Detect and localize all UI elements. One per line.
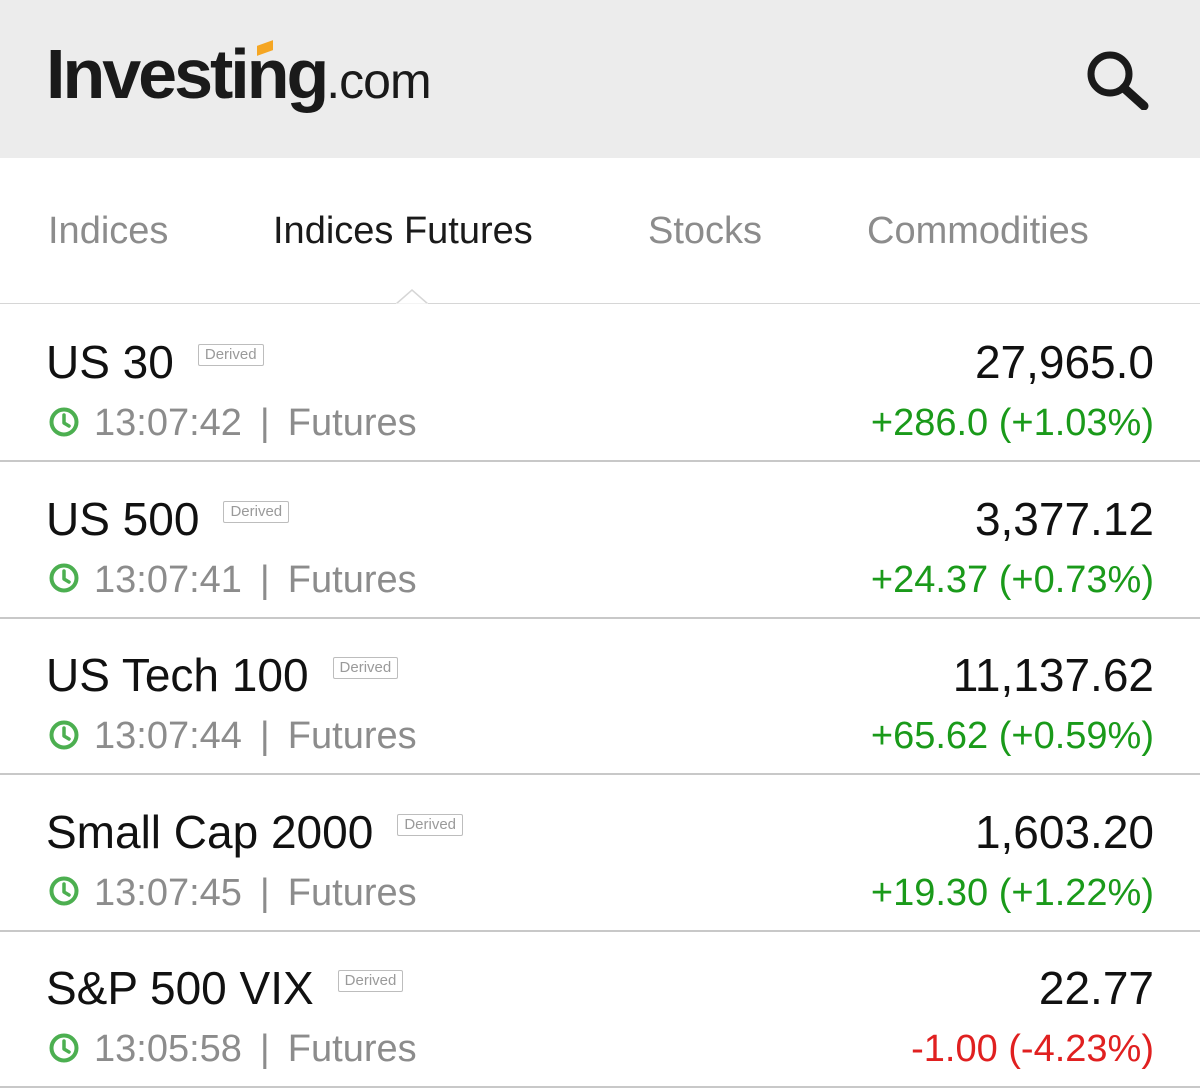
quote-row[interactable]: US Tech 100 Derived 13:07:44 | Futures 11,1… (0, 619, 1200, 775)
instrument-name-text: US 500 (46, 492, 200, 545)
instrument-name: US 30 Derived (46, 334, 264, 390)
derived-badge: Derived (197, 344, 264, 366)
instrument-name-text: US Tech 100 (46, 649, 309, 701)
row-divider (0, 1086, 1200, 1088)
instrument-type: Futures (287, 402, 417, 444)
tab-stocks[interactable]: Stocks (648, 210, 762, 253)
quote-time: 13:07:42 (94, 402, 242, 444)
app-header: Investing.com (0, 0, 1200, 158)
meta-separator: | (259, 558, 270, 601)
quote-time: 13:05:58 (94, 1028, 242, 1070)
tab-commodities[interactable]: Commodities (867, 210, 1089, 253)
instrument-type: Futures (287, 558, 417, 601)
instrument-name-text: US 30 (46, 336, 174, 388)
clock-icon (49, 1033, 79, 1063)
investing-logo[interactable]: Investing.com (46, 34, 432, 114)
meta-separator: | (259, 1028, 270, 1070)
instrument-name: US Tech 100 Derived (46, 647, 399, 703)
quote-time: 13:07:45 (94, 871, 242, 914)
derived-badge: Derived (337, 970, 404, 992)
search-button[interactable] (1082, 48, 1152, 111)
instrument-name: US 500 Derived (46, 491, 290, 547)
tab-underline (0, 303, 1200, 304)
tab-bar: Indices Indices Futures Stocks Commoditi… (0, 158, 1200, 305)
clock-icon (49, 563, 79, 593)
meta-separator: | (259, 715, 270, 757)
clock-icon (49, 720, 79, 750)
last-price: 22.77 (1038, 962, 1154, 1014)
last-price: 11,137.62 (952, 649, 1154, 701)
price-change: -1.00 (-4.23%) (911, 1028, 1154, 1070)
quote-row[interactable]: Small Cap 2000 Derived 13:07:45 | Futures 1… (0, 775, 1200, 932)
last-price: 27,965.0 (974, 336, 1154, 388)
tab-indices-futures[interactable]: Indices Futures (273, 210, 533, 253)
instrument-meta: 13:07:41 | Futures (48, 555, 417, 605)
active-tab-pointer-icon (396, 289, 428, 305)
instrument-meta: 13:07:45 | Futures (48, 868, 417, 918)
instrument-type: Futures (287, 1028, 417, 1070)
quote-row[interactable]: US 30 Derived 13:07:42 | Futures 27,965.0 +… (0, 306, 1200, 462)
instrument-type: Futures (287, 871, 417, 914)
derived-badge: Derived (223, 500, 290, 523)
instrument-name-text: S&P 500 VIX (46, 962, 314, 1014)
price-change: +286.0 (+1.03%) (870, 402, 1154, 444)
quote-time: 13:07:41 (94, 558, 242, 601)
price-change: +19.30 (+1.22%) (870, 871, 1154, 914)
tab-indices[interactable]: Indices (48, 210, 168, 253)
quote-row[interactable]: US 500 Derived 13:07:41 | Futures 3,377.12 … (0, 462, 1200, 619)
instrument-meta: 13:05:58 | Futures (48, 1024, 417, 1074)
instrument-name: S&P 500 VIX Derived (46, 960, 404, 1016)
derived-badge: Derived (332, 657, 399, 679)
instrument-meta: 13:07:42 | Futures (48, 398, 417, 448)
last-price: 1,603.20 (974, 805, 1154, 858)
last-price: 3,377.12 (974, 492, 1154, 545)
clock-icon (49, 876, 79, 906)
instrument-name: Small Cap 2000 Derived (46, 804, 463, 860)
clock-icon (49, 407, 79, 437)
quote-time: 13:07:44 (94, 715, 242, 757)
quote-row[interactable]: S&P 500 VIX Derived 13:05:58 | Futures 22.7… (0, 932, 1200, 1088)
instrument-meta: 13:07:44 | Futures (48, 711, 417, 761)
logo-wordmark: Investing (46, 35, 329, 113)
search-icon (1087, 51, 1149, 111)
instrument-type: Futures (287, 715, 417, 757)
price-change: +24.37 (+0.73%) (870, 558, 1154, 601)
instrument-name-text: Small Cap 2000 (46, 805, 374, 858)
logo-suffix: .com (326, 53, 431, 109)
derived-badge: Derived (397, 813, 463, 836)
meta-separator: | (259, 871, 270, 914)
meta-separator: | (259, 402, 270, 444)
price-change: +65.62 (+0.59%) (870, 715, 1154, 757)
